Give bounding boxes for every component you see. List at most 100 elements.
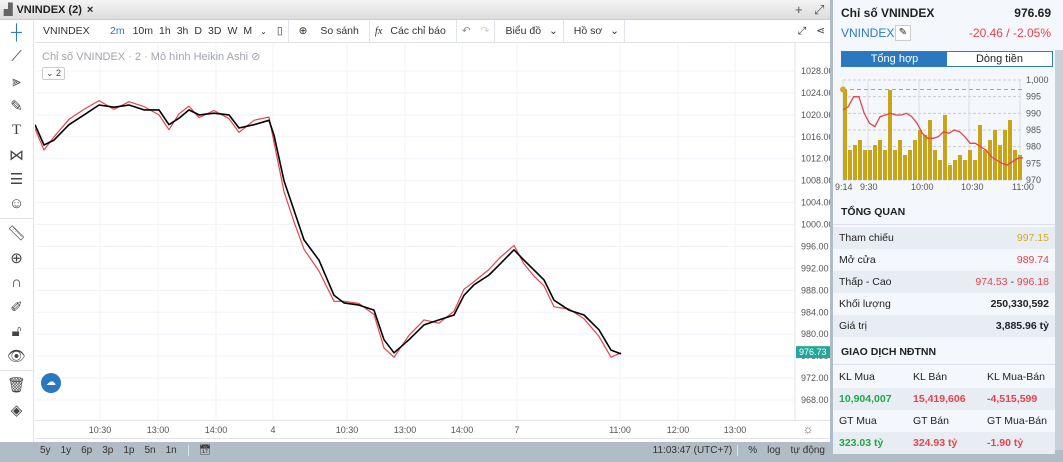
chart-tab[interactable]: ▟ VNINDEX (2) × + ⤢ [0,0,830,20]
compare-label: So sánh [320,25,359,37]
indicators-button[interactable]: fx Các chỉ báo [370,25,456,37]
emoji-icon[interactable]: ☺ [0,192,33,217]
interval-2m[interactable]: 2m [105,25,130,37]
row-open: Mở cửa 989.74 [833,249,1055,271]
label: Khối lượng [839,298,891,310]
time-tick-label: 10:30 [335,425,359,435]
time-tick-label: 13:00 [723,425,747,435]
row-volume: Khối lượng 250,330,592 [833,293,1055,315]
low-value: 974.53 [975,276,1008,288]
tab-money-flow[interactable]: Dòng tiền [947,52,1052,66]
calendar-icon[interactable]: 📅︎ [187,445,217,456]
magnet-icon[interactable]: ∩ [0,270,33,295]
expand-icon[interactable]: ⤢ [814,2,824,18]
candle-type-icon[interactable]: ▯ [272,25,288,37]
layers-icon[interactable]: ◈ [0,398,33,423]
brush-icon[interactable]: ✎ [0,94,33,119]
interval-w[interactable]: W [224,25,240,37]
undo-icon[interactable]: ↶ [457,25,476,37]
gt-net-value: -1.90 tỷ [987,437,1024,449]
chart-type-dropdown[interactable]: Biểu đồ ⌄ [495,25,562,37]
close-tab-icon[interactable]: × [87,4,93,16]
interval-d[interactable]: D [191,25,205,37]
collapse-legend-button[interactable]: ⌄ 2 [42,67,66,80]
add-icon[interactable]: + [795,2,803,17]
reference-dot [840,86,846,93]
volume-bar [988,140,992,180]
prediction-icon[interactable]: ☰ [0,167,33,192]
volume-bar [893,150,897,180]
crosshair-icon[interactable]: ┼ [0,20,33,45]
trash-icon[interactable]: 🗑︎ [0,373,33,398]
volume-bar [848,150,852,180]
time-tick-label: 14:00 [450,425,474,435]
range-1y[interactable]: 1y [56,445,77,456]
interval-3h[interactable]: 3h [174,25,192,37]
volume-bar [908,150,912,180]
pitchfork-icon[interactable]: ⫸ [0,69,33,94]
price-tick-label: 980.00 [801,329,829,339]
edit-icon[interactable]: ✎ [895,25,911,41]
range-1p[interactable]: 1p [118,445,139,456]
time-tick-label: 7 [514,425,520,435]
pattern-icon[interactable]: ⋈ [0,143,33,168]
time-axis[interactable]: ☼ 10:30 13:00 14:00 4 10:30 13:00 14:00 7 11:00 1… [35,420,830,438]
zoom-in-icon[interactable]: ⊕ [0,246,33,271]
panel-scrollbar[interactable] [1055,50,1063,450]
volume-bar [933,150,937,180]
profile-dropdown[interactable]: Hồ sơ ⌄ [564,25,624,37]
chevron-down-icon[interactable]: ⌄ [255,27,272,36]
auto-toggle[interactable]: tự động [786,445,831,456]
symbol-search[interactable]: VNINDEX [35,25,105,37]
time-tick-label: 10:30 [88,425,112,435]
kl-ban-value: 15,419,606 [913,393,966,405]
interval-3d[interactable]: 3D [205,25,224,37]
mini-price-tick: 1,000 [1026,75,1049,85]
compare-button[interactable]: ⊕ So sánh [289,25,369,37]
price-tick-label: 1000.00 [801,220,830,230]
redo-icon[interactable]: ↷ [476,25,495,37]
range-5y[interactable]: 5y [35,445,56,456]
eye-icon[interactable]: 👁︎ [0,344,33,369]
volume-bar [958,155,962,180]
volume-bar [943,115,947,180]
interval-m[interactable]: M [240,25,255,37]
row-value: Giá trị 3,885.96 tỷ [833,315,1055,337]
tab-summary[interactable]: Tổng hợp [842,52,947,66]
foreign-heading: GIAO DỊCH NĐTNN [833,339,1055,365]
interval-10m[interactable]: 10m [130,25,156,37]
panel-symbol[interactable]: VNINDEX [841,26,894,40]
trendline-icon[interactable]: ⟋ [0,45,33,70]
range-6p[interactable]: 6p [76,445,97,456]
share-icon[interactable]: ⋖ [811,25,830,37]
fullscreen-icon[interactable]: ⤢ [793,25,811,38]
interval-1h[interactable]: 1h [156,25,174,37]
settings-icon[interactable]: ☼ [803,422,814,436]
ruler-icon[interactable]: 📏︎ [0,221,33,246]
label: Thấp - Cao [839,276,892,288]
volume-bar [953,160,957,180]
range-3p[interactable]: 3p [97,445,118,456]
percent-toggle[interactable]: % [737,445,762,456]
volume-bar [968,150,972,180]
fx-icon: fx [374,26,383,37]
lock-icon[interactable]: 🔓︎ [0,319,33,344]
volume-bar [883,150,887,180]
lock-drawing-icon[interactable]: ✐ [0,295,33,320]
kl-net-value: -4,515,599 [987,393,1038,405]
overview-heading: TỔNG QUAN [833,199,1055,225]
plus-circle-icon: ⊕ [298,25,308,37]
price-tick-label: 984.00 [801,307,829,317]
range-5n[interactable]: 5n [140,445,161,456]
label: Mở cửa [839,254,876,266]
log-toggle[interactable]: log [762,445,785,456]
value: 3,885.96 tỷ [995,320,1049,332]
price-tick-label: 996.00 [801,241,829,251]
value: 250,330,592 [990,298,1049,310]
volume-bar [948,165,952,180]
range-1n[interactable]: 1n [161,445,182,456]
chart-canvas[interactable]: 968.00972.00976.00980.00984.00988.00992.… [34,43,834,420]
text-icon[interactable]: T [0,118,33,143]
hide-icon[interactable]: ⊘ [251,51,260,63]
price-chart[interactable]: 968.00972.00976.00980.00984.00988.00992.… [34,43,834,420]
